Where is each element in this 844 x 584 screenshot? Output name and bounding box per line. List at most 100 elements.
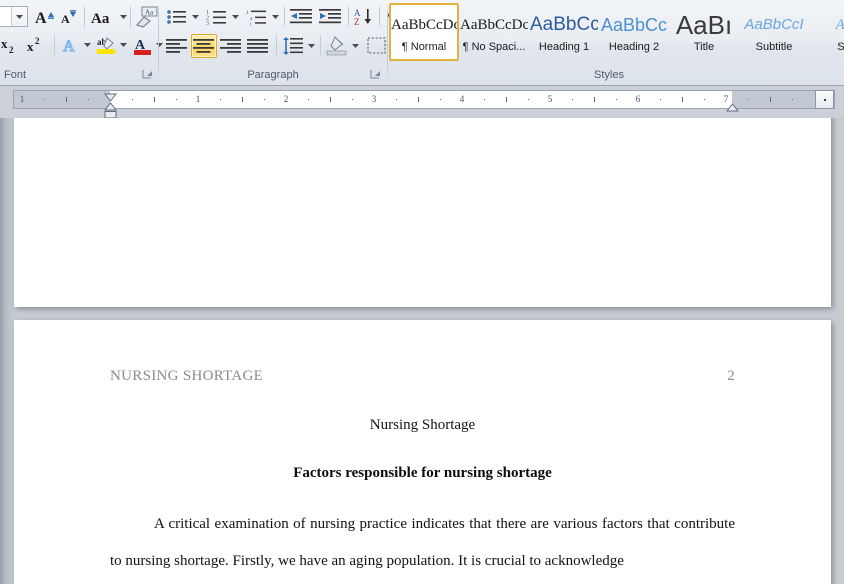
style-subtle-emphasis-label: Su [837, 41, 844, 53]
line-spacing-dropdown-arrow[interactable] [306, 36, 317, 56]
style-heading-1[interactable]: AaBbCc Heading 1 [529, 3, 599, 61]
ribbon-group-styles: AaBbCcDc ¶ Normal AaBbCcDc ¶ No Spaci... AaB… [389, 0, 844, 85]
ruler-tick [616, 99, 617, 100]
ruler-area: 12345671 [0, 86, 844, 119]
text-highlight-color-dropdown-arrow[interactable] [118, 35, 129, 55]
ruler-tick [242, 97, 243, 102]
ruler-number: 1 [195, 94, 201, 104]
svg-text:x: x [27, 39, 34, 54]
text-effects-button[interactable]: A [58, 33, 83, 57]
svg-text:A: A [63, 38, 75, 55]
ribbon: 2 A A [0, 0, 844, 86]
ruler-tick [176, 99, 177, 100]
style-normal[interactable]: AaBbCcDc ¶ Normal [389, 3, 459, 61]
ruler-tick [396, 99, 397, 100]
font-size-combobox[interactable]: 2 [0, 6, 28, 27]
style-no-spacing-label: ¶ No Spaci... [462, 41, 526, 53]
svg-text:i: i [250, 21, 252, 26]
increase-indent-button[interactable] [317, 4, 344, 29]
font-size-dropdown-arrow[interactable] [11, 7, 27, 26]
shading-dropdown-arrow[interactable] [350, 36, 361, 56]
right-indent-marker[interactable] [725, 99, 740, 117]
grow-font-button[interactable]: A [33, 5, 57, 28]
ruler-tick [506, 97, 507, 102]
change-case-dropdown-arrow[interactable] [118, 7, 129, 26]
horizontal-ruler[interactable]: 12345671 [13, 90, 835, 119]
align-left-button[interactable] [164, 34, 190, 58]
ruler-tick [440, 99, 441, 100]
style-subtle-emphasis[interactable]: Aa Su [809, 3, 844, 61]
style-title[interactable]: AaBı Title [669, 3, 739, 61]
paragraph-group-label: Paragraph [247, 69, 299, 81]
ruler-tick [220, 99, 221, 100]
ruler-tick [770, 97, 771, 102]
justify-button[interactable] [245, 34, 271, 58]
style-heading-2-label: Heading 2 [608, 41, 660, 53]
bullets-button[interactable] [164, 5, 190, 28]
document-canvas: NURSING SHORTAGE 2 Nursing Shortage Fact… [0, 118, 844, 584]
ruler-tick [132, 99, 133, 100]
ruler-tick [682, 97, 683, 102]
shrink-font-button[interactable]: A [57, 5, 81, 28]
style-subtitle[interactable]: AaBbCcI Subtitle [739, 3, 809, 61]
svg-text:x: x [1, 36, 8, 51]
ruler-number: 2 [283, 94, 289, 104]
superscript-button[interactable]: x 2 [24, 33, 50, 57]
ruler-tick [44, 99, 45, 100]
svg-text:A: A [35, 10, 47, 26]
ruler-number: 1 [19, 94, 25, 104]
tab-stop-selector[interactable] [815, 90, 834, 109]
bullets-dropdown-arrow[interactable] [190, 7, 201, 27]
running-header-text: NURSING SHORTAGE [110, 368, 264, 384]
decrease-indent-button[interactable] [288, 4, 315, 29]
style-heading-2-preview: AaBbCc [600, 15, 668, 35]
ruler-tick [88, 99, 89, 100]
style-heading-2[interactable]: AaBbCc Heading 2 [599, 3, 669, 61]
ruler-tick [418, 97, 419, 102]
text-effects-dropdown-arrow[interactable] [82, 35, 93, 55]
style-subtle-emphasis-preview: Aa [835, 17, 844, 33]
word-application-window: 2 A A [0, 0, 844, 584]
font-dialog-launcher[interactable] [142, 69, 154, 81]
svg-text:A: A [61, 12, 70, 26]
ruler-tick [528, 99, 529, 100]
ruler-tick [352, 99, 353, 100]
multilevel-list-button[interactable]: 1 a i [244, 5, 270, 28]
clear-formatting-button[interactable]: Aa [134, 4, 160, 29]
numbering-dropdown-arrow[interactable] [230, 7, 241, 27]
svg-text:2: 2 [35, 36, 40, 46]
svg-text:2: 2 [9, 45, 14, 55]
ruler-tick [704, 99, 705, 100]
multilevel-list-dropdown-arrow[interactable] [270, 7, 281, 27]
ruler-tick [792, 99, 793, 100]
font-color-button[interactable]: A [130, 33, 155, 57]
page-number: 2 [727, 368, 735, 384]
sort-button[interactable]: A Z [351, 4, 377, 29]
shading-button[interactable] [324, 34, 350, 58]
document-body-paragraph: A critical examination of nursing practi… [110, 516, 735, 569]
document-running-header: NURSING SHORTAGE 2 [110, 368, 735, 385]
style-normal-preview: AaBbCcDc [391, 17, 457, 33]
align-center-button[interactable] [191, 34, 217, 58]
style-no-spacing[interactable]: AaBbCcDc ¶ No Spaci... [459, 3, 529, 61]
styles-gallery[interactable]: AaBbCcDc ¶ Normal AaBbCcDc ¶ No Spaci... AaB… [389, 3, 844, 61]
svg-text:3: 3 [206, 21, 209, 26]
ruler-tick [264, 99, 265, 100]
style-normal-label: ¶ Normal [401, 41, 447, 53]
document-page-1 [14, 118, 831, 307]
document-page-2[interactable]: NURSING SHORTAGE 2 Nursing Shortage Fact… [14, 320, 831, 584]
text-highlight-color-button[interactable]: ab [94, 33, 119, 57]
ruler-tick [330, 97, 331, 102]
svg-text:1: 1 [246, 10, 249, 16]
ruler-tick [484, 99, 485, 100]
change-case-button[interactable]: Aa [89, 5, 119, 28]
paragraph-dialog-launcher[interactable] [370, 69, 382, 81]
document-section-heading: Factors responsible for nursing shortage [293, 465, 552, 481]
ruler-tick [748, 99, 749, 100]
ruler-number: 5 [547, 94, 553, 104]
line-spacing-button[interactable] [280, 34, 306, 58]
numbering-button[interactable]: 1 2 3 [204, 5, 230, 28]
font-group-label: Font [4, 69, 27, 81]
align-right-button[interactable] [218, 34, 244, 58]
subscript-button[interactable]: x 2 [0, 33, 24, 57]
